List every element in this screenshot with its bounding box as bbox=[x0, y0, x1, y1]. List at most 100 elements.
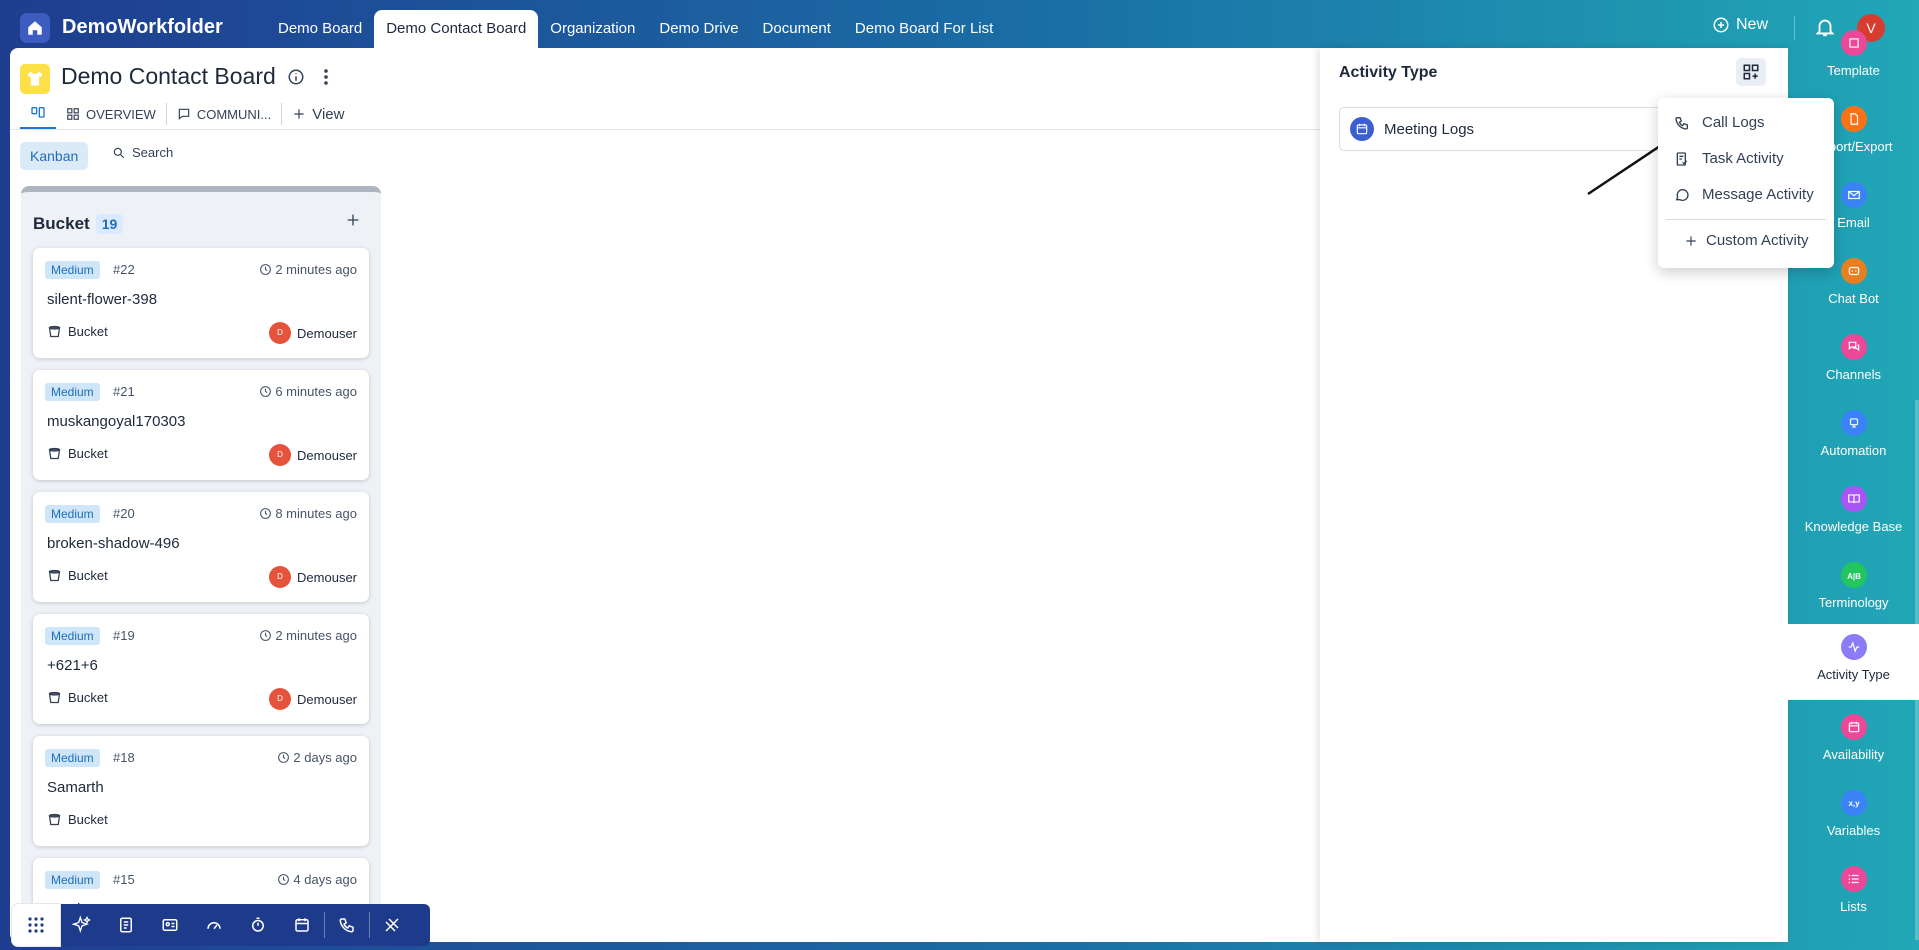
card-name: broken-shadow-496 bbox=[47, 535, 180, 552]
card-assignee[interactable]: D Demouser bbox=[269, 322, 357, 344]
add-view-button[interactable]: View bbox=[282, 99, 354, 129]
search-button[interactable]: Search bbox=[112, 145, 173, 160]
card-bucket-text: Bucket bbox=[68, 324, 108, 339]
add-card-icon[interactable] bbox=[345, 212, 361, 228]
kanban-column: Bucket 19 Medium #22 2 minutes ago silent… bbox=[21, 186, 381, 946]
card-assignee[interactable]: D Demouser bbox=[269, 566, 357, 588]
sidebar-item-knowledge-base[interactable]: Knowledge Base bbox=[1788, 476, 1919, 552]
scrollbar[interactable] bbox=[1915, 400, 1919, 940]
sidebar-item-availability[interactable]: Availability bbox=[1788, 704, 1919, 780]
sidebar-item-label: Availability bbox=[1822, 747, 1885, 762]
svg-text:x,y: x,y bbox=[1848, 799, 1860, 808]
nav-tab-demo-drive[interactable]: Demo Drive bbox=[647, 10, 750, 48]
import-export-icon bbox=[1841, 106, 1867, 132]
priority-badge: Medium bbox=[45, 627, 100, 645]
knowledge-base-icon bbox=[1841, 486, 1867, 512]
kanban-card[interactable]: Medium #21 6 minutes ago muskangoyal1703… bbox=[33, 370, 369, 480]
priority-badge: Medium bbox=[45, 383, 100, 401]
automation-icon bbox=[1841, 410, 1867, 436]
timer-icon[interactable] bbox=[236, 904, 280, 946]
card-assignee[interactable]: D Demouser bbox=[269, 444, 357, 466]
card-assignee[interactable]: D Demouser bbox=[269, 688, 357, 710]
sidebar-item-template[interactable]: Template bbox=[1788, 20, 1919, 96]
column-count-badge: 19 bbox=[95, 214, 124, 234]
card-time-text: 8 minutes ago bbox=[275, 506, 357, 521]
card-time: 4 days ago bbox=[277, 872, 357, 887]
nav-tab-demo-board[interactable]: Demo Board bbox=[266, 10, 374, 48]
plus-circle-icon bbox=[1713, 17, 1729, 33]
new-button-label: New bbox=[1736, 16, 1769, 33]
apps-grid-icon[interactable] bbox=[12, 904, 60, 946]
menu-item-call-logs[interactable]: Call Logs bbox=[1674, 114, 1765, 131]
add-activity-type-icon[interactable] bbox=[1736, 58, 1766, 86]
sidebar-item-import-export[interactable]: Import/Export bbox=[1788, 96, 1919, 172]
card-number: #21 bbox=[113, 384, 135, 399]
sidebar-item-channels[interactable]: Channels bbox=[1788, 324, 1919, 400]
card-time: 8 minutes ago bbox=[259, 506, 357, 521]
clock-icon bbox=[260, 264, 272, 275]
notes-icon[interactable] bbox=[104, 904, 148, 946]
ai-sparkle-icon[interactable] bbox=[60, 904, 104, 946]
nav-tab-demo-contact-board[interactable]: Demo Contact Board bbox=[374, 10, 539, 48]
bucket-icon bbox=[48, 569, 61, 582]
column-title-text: Bucket bbox=[33, 214, 90, 233]
sidebar-item-lists[interactable]: Lists bbox=[1788, 856, 1919, 932]
template-icon bbox=[1841, 30, 1867, 56]
calendar-icon[interactable] bbox=[280, 904, 324, 946]
terminology-icon: A|B bbox=[1841, 562, 1867, 588]
phone-icon[interactable] bbox=[325, 904, 369, 946]
kanban-card[interactable]: Medium #22 2 minutes ago silent-flower-3… bbox=[33, 248, 369, 358]
kanban-button[interactable]: Kanban bbox=[20, 142, 89, 170]
assignee-avatar: D bbox=[269, 688, 292, 710]
nav-tab-organization[interactable]: Organization bbox=[538, 10, 647, 48]
card-time: 2 minutes ago bbox=[259, 628, 357, 643]
availability-icon bbox=[1841, 714, 1867, 740]
sidebar-item-label: Import/Export bbox=[1814, 139, 1893, 154]
kanban-card[interactable]: Medium #18 2 days ago Samarth Bucket bbox=[33, 736, 369, 846]
sidebar-item-automation[interactable]: Automation bbox=[1788, 400, 1919, 476]
card-number: #18 bbox=[113, 750, 135, 765]
column-title: Bucket 19 bbox=[33, 214, 124, 234]
card-bucket-text: Bucket bbox=[68, 568, 108, 583]
variables-icon: x,y bbox=[1841, 790, 1867, 816]
collapse-tools-icon[interactable] bbox=[370, 904, 414, 946]
new-button[interactable]: New bbox=[1712, 16, 1768, 34]
info-icon[interactable] bbox=[287, 68, 305, 86]
menu-item-task-activity[interactable]: Task Activity bbox=[1674, 150, 1784, 167]
tab-communication[interactable]: COMMUNI... bbox=[167, 99, 281, 129]
view-tabs: OVERVIEW COMMUNI... View bbox=[20, 99, 354, 129]
kanban-card[interactable]: Medium #20 8 minutes ago broken-shadow-4… bbox=[33, 492, 369, 602]
sidebar-item-label: Terminology bbox=[1818, 595, 1889, 610]
contact-card-icon[interactable] bbox=[148, 904, 192, 946]
more-vertical-icon[interactable] bbox=[318, 67, 334, 87]
sidebar-item-terminology[interactable]: A|B Terminology bbox=[1788, 552, 1919, 628]
dashboard-gauge-icon[interactable] bbox=[192, 904, 236, 946]
bottom-dock bbox=[12, 904, 430, 946]
assignee-avatar: D bbox=[269, 444, 292, 466]
sidebar-item-variables[interactable]: x,y Variables bbox=[1788, 780, 1919, 856]
card-time-text: 6 minutes ago bbox=[275, 384, 357, 399]
sidebar-item-label: Automation bbox=[1820, 443, 1887, 458]
sidebar-item-label: Lists bbox=[1840, 899, 1867, 914]
card-name: +621+6 bbox=[47, 657, 98, 674]
sidebar-item-email[interactable]: Email bbox=[1788, 172, 1919, 248]
nav-tab-demo-board-for-list[interactable]: Demo Board For List bbox=[843, 10, 1005, 48]
card-time: 2 days ago bbox=[277, 750, 357, 765]
priority-badge: Medium bbox=[45, 505, 100, 523]
tab-overview-label: OVERVIEW bbox=[86, 106, 156, 122]
right-sidebar: Template Import/Export Email Chat Bot Ch… bbox=[1778, 30, 1919, 950]
sidebar-item-label: Chat Bot bbox=[1828, 291, 1879, 306]
sidebar-item-chat-bot[interactable]: Chat Bot bbox=[1788, 248, 1919, 324]
card-number: #20 bbox=[113, 506, 135, 521]
nav-tab-document[interactable]: Document bbox=[751, 10, 843, 48]
sidebar-item-activity-type[interactable]: Activity Type bbox=[1778, 624, 1919, 700]
tab-overview[interactable]: OVERVIEW bbox=[56, 99, 166, 129]
message-circle-icon bbox=[1675, 188, 1689, 201]
app-title: DemoWorkfolder bbox=[62, 16, 223, 38]
kanban-card[interactable]: Medium #19 2 minutes ago +621+6 Bucket D… bbox=[33, 614, 369, 724]
card-bucket: Bucket bbox=[47, 446, 108, 461]
assignee-name: Demouser bbox=[297, 569, 357, 585]
lists-icon bbox=[1841, 866, 1867, 892]
home-icon[interactable] bbox=[20, 13, 50, 43]
tab-kanban-view[interactable] bbox=[20, 99, 56, 129]
